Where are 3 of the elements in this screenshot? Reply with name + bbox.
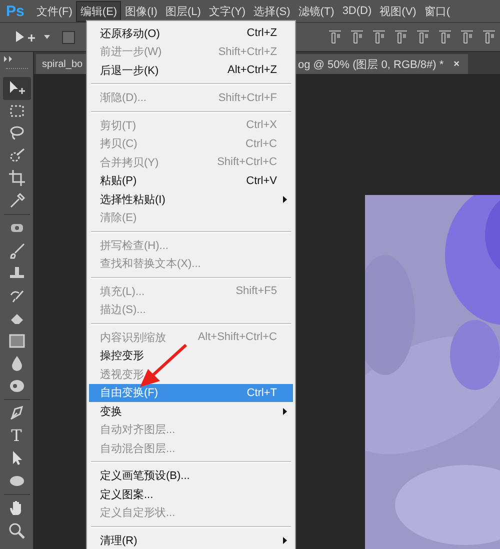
tab-title: spiral_bo <box>42 58 83 70</box>
tab-title: og @ 50% (图层 0, RGB/8#) * <box>298 58 444 72</box>
app-logo: Ps <box>5 2 26 20</box>
